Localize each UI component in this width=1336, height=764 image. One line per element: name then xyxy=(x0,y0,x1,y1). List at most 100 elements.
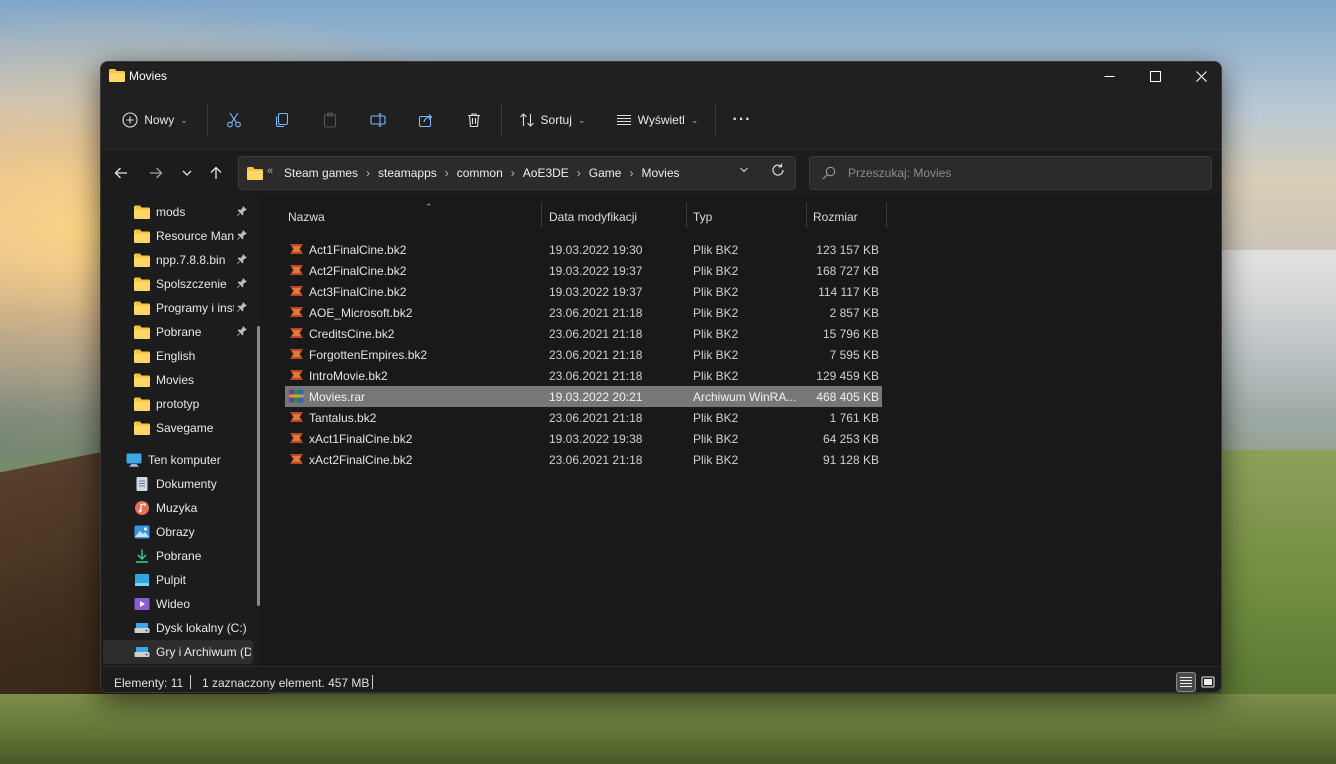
sidebar-item[interactable]: mods xyxy=(103,200,253,224)
wallpaper-mist xyxy=(1222,250,1336,450)
file-row[interactable]: Act1FinalCine.bk2 19.03.2022 19:30 Plik BK… xyxy=(285,239,882,260)
sidebar-item[interactable]: Dokumenty xyxy=(103,472,253,496)
sidebar-item[interactable]: Savegame xyxy=(103,416,253,440)
file-row[interactable]: Movies.rar 19.03.2022 20:21 Archiwum WinRA… xyxy=(285,386,882,407)
back-button[interactable] xyxy=(108,160,134,186)
breadcrumb-item[interactable]: Steam games xyxy=(284,166,364,180)
chevron-right-icon[interactable]: › xyxy=(364,166,378,180)
column-divider[interactable] xyxy=(541,202,542,228)
column-divider[interactable] xyxy=(886,202,887,228)
column-divider[interactable] xyxy=(806,202,807,228)
cut-button[interactable] xyxy=(219,104,249,136)
view-button[interactable]: Wyświetl ⌄ xyxy=(611,104,703,136)
file-name: Tantalus.bk2 xyxy=(309,411,377,425)
scissors-icon xyxy=(227,112,241,128)
file-name: xAct2FinalCine.bk2 xyxy=(309,453,413,467)
sidebar-item-label: Spolszczenie xyxy=(156,277,227,291)
sidebar-item[interactable]: Dysk lokalny (C:) xyxy=(103,616,253,640)
breadcrumb-item[interactable]: Movies xyxy=(641,166,685,180)
recent-locations-button[interactable] xyxy=(174,160,200,186)
search-box[interactable] xyxy=(809,156,1212,190)
file-name: xAct1FinalCine.bk2 xyxy=(309,432,413,446)
sidebar-item[interactable]: npp.7.8.8.bin xyxy=(103,248,253,272)
refresh-button[interactable] xyxy=(771,163,785,180)
sidebar-item[interactable]: Movies xyxy=(103,368,253,392)
desktop-icon xyxy=(134,573,150,587)
breadcrumb-item[interactable]: Game xyxy=(589,166,628,180)
sidebar-item[interactable]: prototyp xyxy=(103,392,253,416)
sidebar-item[interactable]: Spolszczenie xyxy=(103,272,253,296)
file-date: 23.06.2021 21:18 xyxy=(549,369,643,383)
sidebar-item-label: prototyp xyxy=(156,397,200,411)
column-header-date[interactable]: Data modyfikacji xyxy=(549,202,684,232)
sidebar-item[interactable]: Ten komputer xyxy=(103,448,253,472)
column-header-size[interactable]: Rozmiar xyxy=(813,202,883,232)
up-button[interactable] xyxy=(203,160,229,186)
bk2-file-icon xyxy=(289,326,304,340)
delete-button[interactable] xyxy=(459,104,489,136)
sidebar-item[interactable]: Wideo xyxy=(103,592,253,616)
folder-icon xyxy=(134,229,150,243)
sidebar-item[interactable]: Programy i instalki xyxy=(103,296,253,320)
arrow-left-icon xyxy=(114,167,127,179)
file-date: 23.06.2021 21:18 xyxy=(549,411,643,425)
sidebar-item[interactable]: Muzyka xyxy=(103,496,253,520)
folder-icon xyxy=(134,349,150,363)
file-row[interactable]: xAct1FinalCine.bk2 19.03.2022 19:38 Plik B… xyxy=(285,428,882,449)
file-date: 19.03.2022 19:37 xyxy=(549,285,643,299)
sidebar-item[interactable]: Gry i Archiwum (D:) xyxy=(103,640,253,664)
details-view-button[interactable] xyxy=(1176,672,1196,692)
file-row[interactable]: IntroMovie.bk2 23.06.2021 21:18 Plik BK2 12… xyxy=(285,365,882,386)
file-row[interactable]: Tantalus.bk2 23.06.2021 21:18 Plik BK2 1 76… xyxy=(285,407,882,428)
sort-button[interactable]: Sortuj ⌄ xyxy=(513,104,591,136)
column-divider[interactable] xyxy=(686,202,687,228)
folder-icon xyxy=(134,325,150,339)
pictures-icon xyxy=(134,525,150,539)
more-options-button[interactable]: ··· xyxy=(725,104,759,136)
rename-button[interactable] xyxy=(363,104,393,136)
column-header-type[interactable]: Typ xyxy=(693,202,803,232)
sidebar-item-label: Programy i instalki xyxy=(156,301,234,315)
file-date: 23.06.2021 21:18 xyxy=(549,327,643,341)
new-button[interactable]: Nowy ⌄ xyxy=(115,104,195,136)
search-icon xyxy=(822,166,836,180)
sidebar-item[interactable]: Pobrane xyxy=(103,544,253,568)
chevron-right-icon[interactable]: › xyxy=(627,166,641,180)
file-row[interactable]: Act2FinalCine.bk2 19.03.2022 19:37 Plik BK… xyxy=(285,260,882,281)
large-icons-view-button[interactable] xyxy=(1198,672,1218,692)
sidebar-item[interactable]: Pulpit xyxy=(103,568,253,592)
breadcrumb-item[interactable]: steamapps xyxy=(378,166,443,180)
breadcrumb-item[interactable]: common xyxy=(457,166,509,180)
address-bar[interactable]: « Steam games › steamapps › common › AoE… xyxy=(238,156,796,190)
chevron-right-icon[interactable]: › xyxy=(575,166,589,180)
copy-button[interactable] xyxy=(267,104,297,136)
sidebar-item[interactable]: English xyxy=(103,344,253,368)
chevron-right-icon[interactable]: › xyxy=(509,166,523,180)
file-row[interactable]: xAct2FinalCine.bk2 23.06.2021 21:18 Plik B… xyxy=(285,449,882,470)
overflow-chevron-icon[interactable]: « xyxy=(267,165,273,177)
refresh-icon xyxy=(772,163,784,176)
file-row[interactable]: CreditsCine.bk2 23.06.2021 21:18 Plik BK2 1… xyxy=(285,323,882,344)
forward-button[interactable] xyxy=(143,160,169,186)
paste-button[interactable] xyxy=(315,104,345,136)
maximize-button[interactable] xyxy=(1132,62,1178,90)
sidebar-scrollbar[interactable] xyxy=(257,326,260,606)
title-bar[interactable]: Movies xyxy=(101,62,1221,90)
file-row[interactable]: ForgottenEmpires.bk2 23.06.2021 21:18 Plik… xyxy=(285,344,882,365)
close-button[interactable] xyxy=(1178,62,1221,90)
address-dropdown-button[interactable] xyxy=(739,165,749,178)
file-row[interactable]: AOE_Microsoft.bk2 23.06.2021 21:18 Plik BK… xyxy=(285,302,882,323)
chevron-right-icon[interactable]: › xyxy=(443,166,457,180)
file-date: 23.06.2021 21:18 xyxy=(549,306,643,320)
share-button[interactable] xyxy=(411,104,441,136)
file-type: Archiwum WinRA... xyxy=(693,390,797,404)
file-row[interactable]: Act3FinalCine.bk2 19.03.2022 19:37 Plik BK… xyxy=(285,281,882,302)
status-divider xyxy=(372,675,373,689)
search-input[interactable] xyxy=(848,157,1198,189)
sidebar-item[interactable]: Obrazy xyxy=(103,520,253,544)
column-header-name[interactable]: Nazwa ⌃ xyxy=(288,202,528,232)
sidebar-item[interactable]: Resource Manager xyxy=(103,224,253,248)
breadcrumb-item[interactable]: AoE3DE xyxy=(523,166,575,180)
minimize-button[interactable] xyxy=(1086,62,1132,90)
sidebar-item[interactable]: Pobrane xyxy=(103,320,253,344)
